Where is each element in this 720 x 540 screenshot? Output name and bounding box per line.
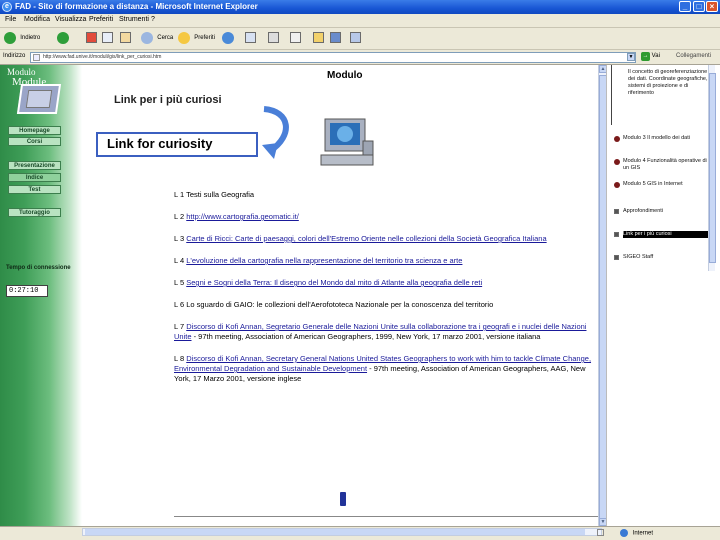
address-dropdown-button[interactable]: ▼ bbox=[627, 53, 635, 61]
list-item: L 5 Segni e Sogni della Terra: Il disegn… bbox=[174, 278, 483, 287]
minimize-button[interactable]: _ bbox=[679, 1, 691, 12]
scroll-thumb[interactable] bbox=[709, 73, 716, 263]
connection-time-value: 0:27:10 bbox=[6, 285, 48, 297]
globe-icon bbox=[620, 529, 628, 537]
favorites-button[interactable]: Preferiti bbox=[178, 32, 215, 45]
list-item: L 7 Discorso di Kofi Annan, Segretario G… bbox=[174, 322, 587, 341]
back-button[interactable]: Indietro bbox=[4, 32, 40, 45]
list-item: L 6 Lo sguardo di GAIO: le collezioni de… bbox=[174, 300, 494, 309]
security-icon bbox=[597, 529, 604, 536]
links-toolbar[interactable]: Collegamenti bbox=[676, 53, 711, 59]
list-item: L 2 http://www.cartografia.geomatic.it/ bbox=[174, 212, 299, 221]
list-item: L 3 Carte di Ricci: Carte di paesaggi, c… bbox=[174, 234, 547, 243]
menu-file[interactable]: File bbox=[5, 16, 16, 23]
section-title: Link per i più curiosi bbox=[114, 94, 222, 106]
stop-icon bbox=[86, 32, 97, 43]
left-sidebar: Modulo Module Homepage Corsi Presentazio… bbox=[0, 65, 82, 526]
status-bar: Internet bbox=[0, 526, 720, 540]
go-arrow-icon: → bbox=[641, 52, 650, 61]
folder-button[interactable] bbox=[313, 32, 324, 45]
reference-link[interactable]: L'evoluzione della cartografia nella rap… bbox=[186, 256, 462, 265]
edit-icon bbox=[290, 32, 301, 43]
connection-time-label: Tempo di connessione bbox=[6, 265, 71, 271]
address-label: Indirizzo bbox=[3, 53, 26, 59]
nav-presentazione[interactable]: Presentazione bbox=[8, 161, 61, 170]
menu-tools[interactable]: Strumenti bbox=[119, 16, 149, 23]
reference-link[interactable]: http://www.cartografia.geomatic.it/ bbox=[186, 212, 299, 221]
ie-icon: e bbox=[2, 2, 12, 12]
stop-button[interactable] bbox=[86, 32, 97, 45]
research-icon bbox=[350, 32, 361, 43]
reference-list: L 1 Testi sulla Geografia L 2 http://www… bbox=[174, 190, 598, 396]
menu-view[interactable]: Visualizza bbox=[55, 16, 86, 23]
tree-line bbox=[611, 65, 612, 125]
horizontal-scrollbar[interactable] bbox=[82, 528, 602, 536]
reference-link[interactable]: Segni e Sogni della Terra: Il disegno de… bbox=[186, 278, 482, 287]
menu-favorites[interactable]: Preferiti bbox=[89, 16, 113, 23]
refresh-icon bbox=[102, 32, 113, 43]
back-arrow-icon bbox=[4, 32, 16, 44]
nav-corsi[interactable]: Corsi bbox=[8, 137, 61, 146]
toolbar: Indietro Cerca Preferiti bbox=[0, 28, 720, 50]
list-item: L 1 Testi sulla Geografia bbox=[174, 190, 255, 199]
history-icon bbox=[222, 32, 234, 44]
list-item: L 4 L'evoluzione della cartografia nella… bbox=[174, 256, 463, 265]
folder-icon bbox=[313, 32, 324, 43]
refresh-button[interactable] bbox=[102, 32, 113, 45]
search-button[interactable]: Cerca bbox=[141, 32, 173, 45]
page-icon bbox=[614, 209, 619, 214]
page-icon bbox=[33, 54, 40, 61]
close-button[interactable]: × bbox=[706, 1, 718, 12]
mail-button[interactable] bbox=[245, 32, 256, 45]
print-button[interactable] bbox=[268, 32, 279, 45]
nav-test[interactable]: Test bbox=[8, 185, 61, 194]
main-scrollbar[interactable]: ▲ ▼ bbox=[598, 65, 607, 526]
title-bar: e FAD - Sito di formazione a distanza - … bbox=[0, 0, 720, 14]
page-icon bbox=[614, 255, 619, 260]
module-header: Modulo Module bbox=[7, 67, 63, 117]
menu-edit[interactable]: Modifica bbox=[24, 16, 50, 23]
history-button[interactable] bbox=[222, 32, 234, 45]
curved-arrow-icon bbox=[262, 106, 289, 159]
link-for-curiosity-callout: Link for curiosity bbox=[96, 132, 258, 157]
menu-help[interactable]: ? bbox=[151, 16, 155, 23]
forward-button[interactable] bbox=[57, 32, 69, 45]
page-icon bbox=[614, 232, 619, 237]
print-icon bbox=[268, 32, 279, 43]
menu-bar: File Modifica Visualizza Preferiti Strum… bbox=[0, 14, 720, 28]
book-icon bbox=[614, 159, 620, 165]
search-icon bbox=[141, 32, 153, 44]
computer-icon bbox=[320, 118, 374, 166]
list-item: L 8 Discorso di Kofi Annan, Secretary Ge… bbox=[174, 354, 592, 383]
main-content: Modulo Link per i più curiosi Link for c… bbox=[82, 65, 598, 526]
star-icon bbox=[178, 32, 190, 44]
messenger-icon bbox=[330, 32, 341, 43]
research-button[interactable] bbox=[350, 32, 361, 45]
nav-tutoraggio[interactable]: Tutoraggio bbox=[8, 208, 61, 217]
reference-link[interactable]: Carte di Ricci: Carte di paesaggi, color… bbox=[186, 234, 546, 243]
nav-homepage[interactable]: Homepage bbox=[8, 126, 61, 135]
messenger-button[interactable] bbox=[330, 32, 341, 45]
security-zone: Internet bbox=[620, 529, 653, 537]
go-button[interactable]: → Vai bbox=[641, 52, 660, 61]
module-book-icon bbox=[16, 84, 62, 114]
book-icon bbox=[614, 136, 620, 142]
edit-button[interactable] bbox=[290, 32, 301, 45]
maximize-button[interactable]: □ bbox=[693, 1, 705, 12]
page-heading: Modulo bbox=[327, 70, 363, 81]
mail-icon bbox=[245, 32, 256, 43]
forward-arrow-icon bbox=[57, 32, 69, 44]
book-icon bbox=[614, 182, 620, 188]
index-panel: Il concetto di georeferenziazione dei da… bbox=[606, 65, 714, 526]
divider bbox=[174, 516, 598, 517]
address-bar: Indirizzo http://www.fad.unive.it/moduli… bbox=[0, 50, 720, 65]
window-title: FAD - Sito di formazione a distanza - Mi… bbox=[15, 2, 258, 11]
home-icon bbox=[120, 32, 131, 43]
home-button[interactable] bbox=[120, 32, 131, 45]
index-panel-scrollbar[interactable] bbox=[708, 65, 716, 271]
nav-indice[interactable]: Indice bbox=[8, 173, 61, 182]
back-to-top-icon[interactable] bbox=[340, 492, 346, 506]
address-input[interactable]: http://www.fad.unive.it/moduli/gis/link_… bbox=[30, 52, 636, 63]
